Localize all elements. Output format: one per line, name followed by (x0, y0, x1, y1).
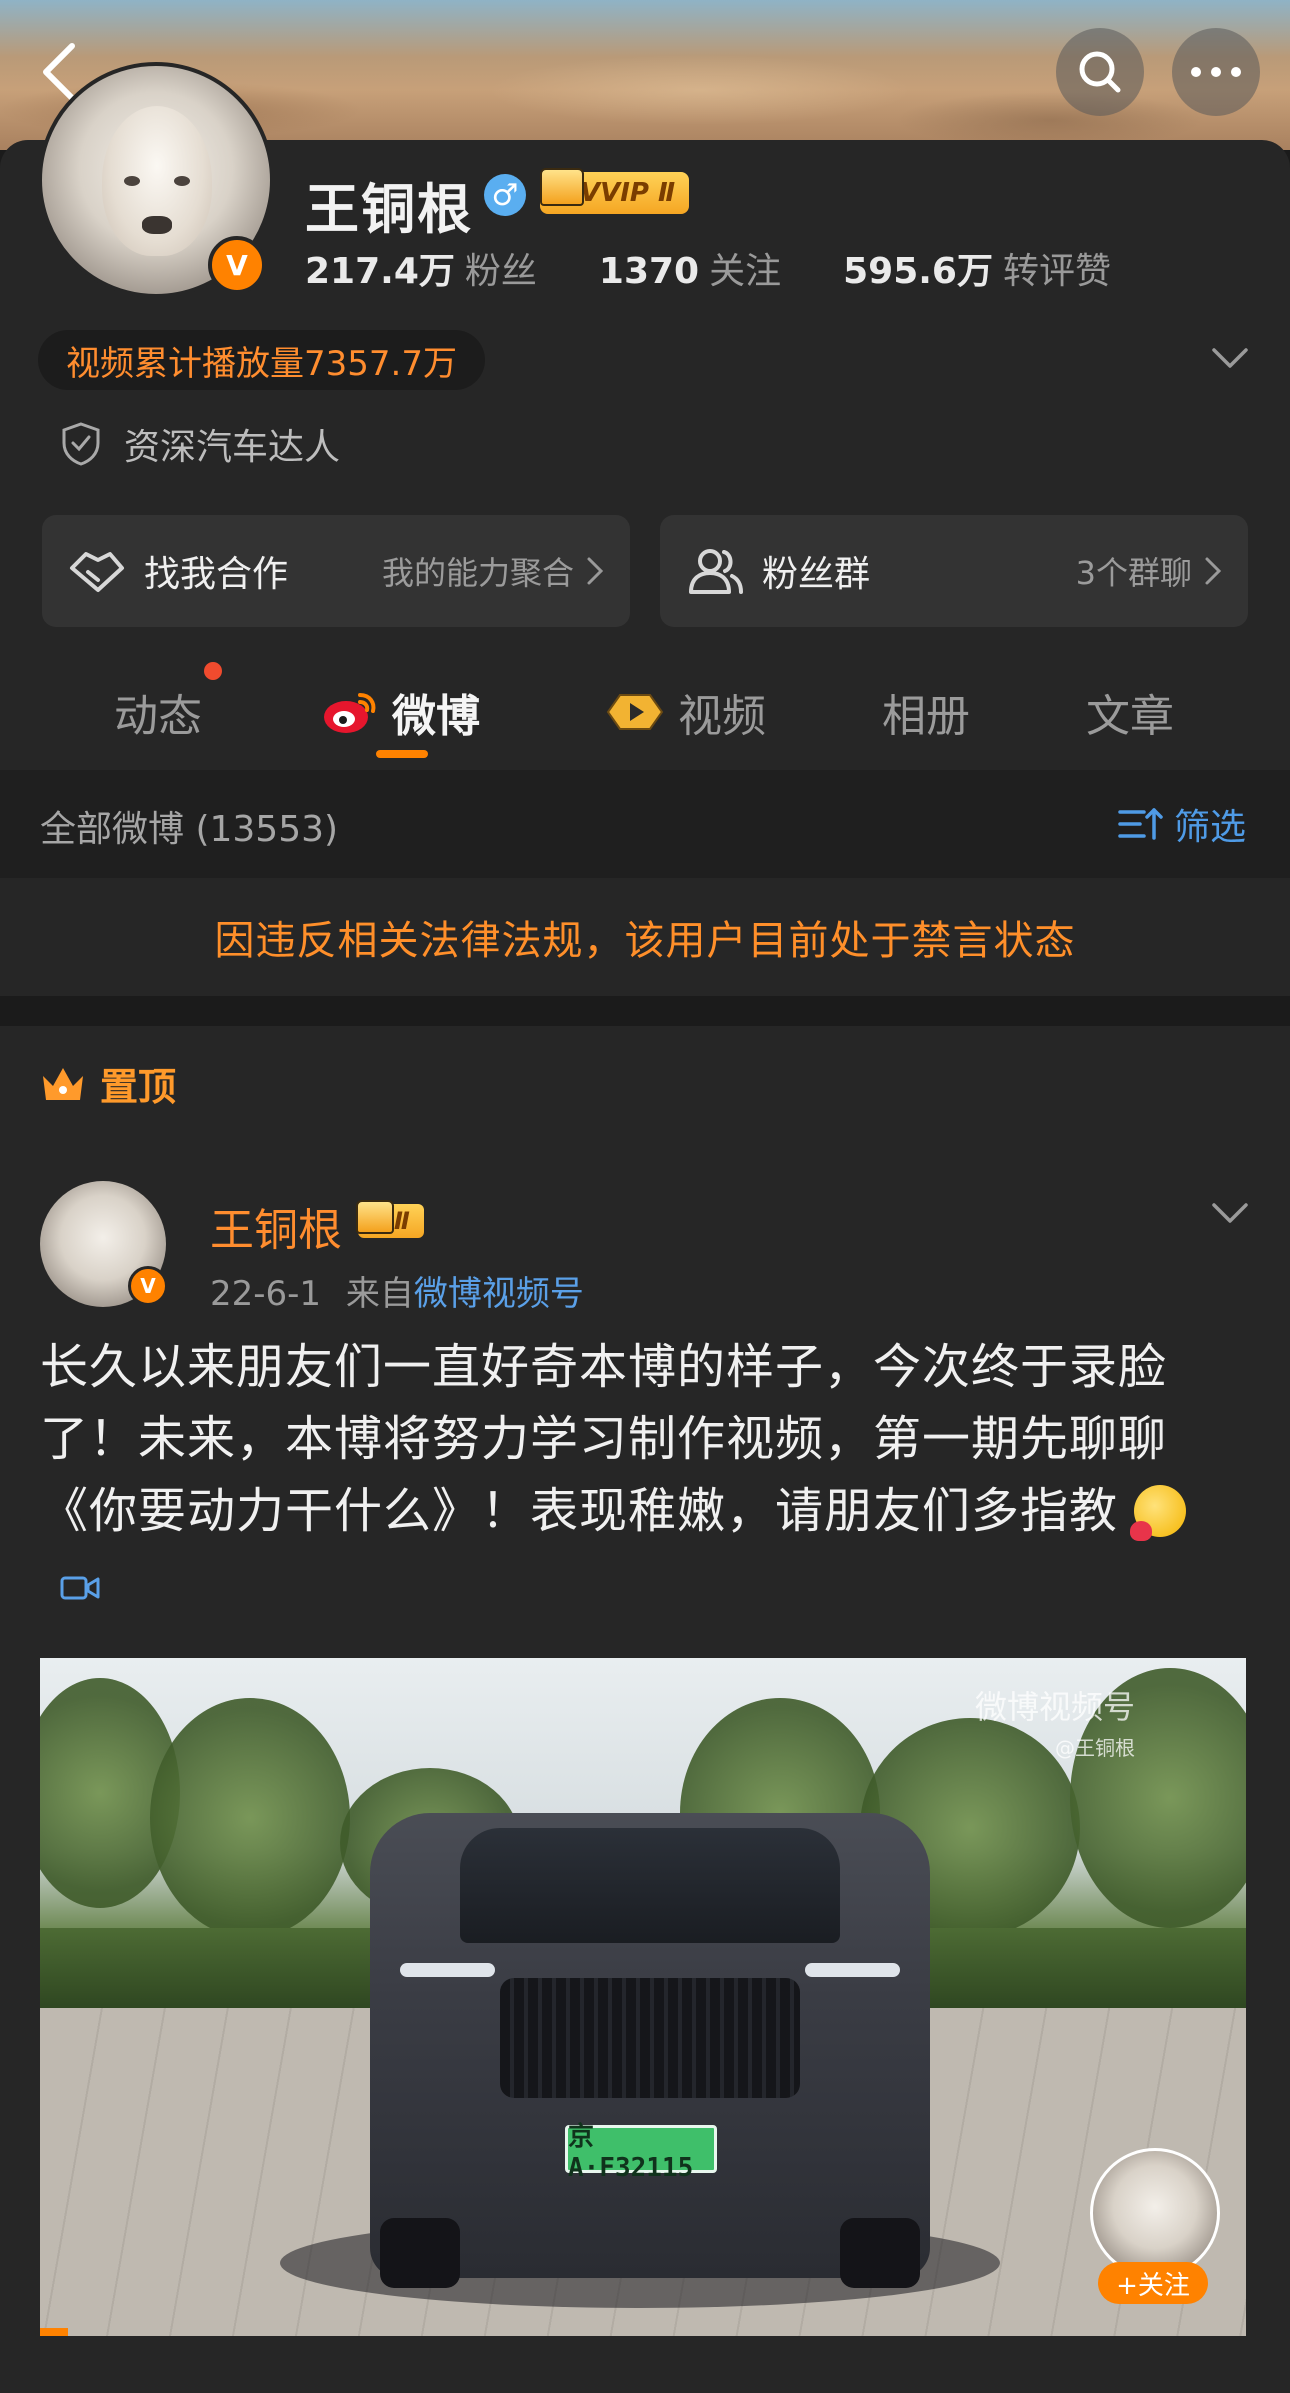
chevron-right-icon (1205, 557, 1222, 585)
post-date: 22-6-1 (210, 1274, 322, 1314)
weibo-count: 全部微博 (13553) (40, 809, 339, 850)
shield-icon (62, 422, 100, 466)
fans-group-label: 粉丝群 (762, 554, 871, 595)
likes-value: 595.6万 (843, 251, 993, 292)
profile-tabs: 动态 微博 视频 相册 文章 (0, 630, 1290, 770)
banned-notice: 因违反相关法律法规，该用户目前处于禁言状态 (0, 878, 1290, 996)
filter-icon (1118, 808, 1163, 840)
chevron-down-icon (1212, 348, 1248, 368)
post-vip-badge: Ⅱ (356, 1200, 424, 1238)
post-video[interactable]: 京A·F32115 微博视频号 @王铜根 +关注 (40, 1658, 1246, 2336)
chevron-right-icon (587, 557, 604, 585)
likes-stat[interactable]: 595.6万 转评赞 (843, 242, 1111, 294)
video-progress-bar[interactable] (40, 2328, 68, 2336)
verified-badge-icon: V (208, 236, 266, 294)
cooperate-label: 找我合作 (144, 554, 289, 595)
crown-icon (540, 168, 584, 206)
handshake-icon (70, 552, 124, 592)
post-source[interactable]: 微博视频号 (414, 1274, 584, 1314)
search-icon (1079, 51, 1121, 93)
video-author-avatar[interactable] (1090, 2148, 1220, 2278)
expand-profile-button[interactable] (1210, 346, 1250, 374)
post-author-name[interactable]: 王铜根 (210, 1194, 342, 1258)
post-menu-button[interactable] (1210, 1201, 1250, 1229)
tab-label: 动态 (114, 691, 202, 742)
tab-label: 微博 (392, 691, 480, 742)
tab-video[interactable]: 视频 (604, 680, 766, 744)
profile-tag[interactable]: 资深汽车达人 (60, 418, 340, 470)
followers-value: 217.4万 (305, 251, 455, 292)
search-button[interactable] (1056, 28, 1144, 116)
watermark-handle: @王铜根 (1055, 1736, 1136, 1760)
post-meta: 22-6-1 来自微博视频号 (210, 1266, 584, 1315)
tab-articles[interactable]: 文章 (1086, 680, 1174, 744)
more-button[interactable] (1172, 28, 1260, 116)
crown-icon (356, 1200, 394, 1234)
feed: 置顶 V 王铜根 Ⅱ 22-6-1 来自微博视频号 长久以来朋友们一直好奇本博的… (0, 1026, 1290, 2393)
fans-group-sub: 3个群聊 (1075, 554, 1192, 592)
cooperate-sub: 我的能力聚合 (381, 554, 574, 592)
video-plays-badge[interactable]: 视频累计播放量7357.7万 (38, 330, 485, 390)
tab-label: 相册 (882, 691, 970, 742)
following-label: 关注 (709, 251, 782, 292)
license-plate: 京A·F32115 (565, 2122, 717, 2183)
likes-label: 转评赞 (1002, 251, 1111, 292)
more-dots-icon (1191, 67, 1241, 77)
video-watermark: 微博视频号 @王铜根 (975, 1682, 1135, 1761)
followers-stat[interactable]: 217.4万 粉丝 (305, 242, 537, 294)
watermark-text: 微博视频号 (975, 1688, 1136, 1726)
tab-label: 文章 (1086, 691, 1174, 742)
notification-dot (204, 662, 222, 680)
profile-name: 王铜根 (305, 178, 473, 241)
filter-bar: 全部微博 (13553) 筛选 (0, 770, 1290, 878)
fans-group-button[interactable]: 粉丝群 3个群聊 (660, 515, 1248, 627)
following-stat[interactable]: 1370 关注 (599, 242, 781, 294)
tab-album[interactable]: 相册 (882, 680, 970, 744)
pinned-label: 置顶 (40, 1056, 176, 1111)
tag-label: 资深汽车达人 (124, 427, 341, 468)
tab-weibo[interactable]: 微博 (322, 680, 480, 744)
cooperate-button[interactable]: 找我合作 我的能力聚合 (42, 515, 630, 627)
followers-label: 粉丝 (464, 251, 537, 292)
crown-icon (43, 1067, 83, 1100)
video-link-icon[interactable] (60, 1573, 100, 1603)
shy-heart-emoji-icon (1130, 1485, 1187, 1541)
active-tab-indicator (376, 750, 428, 758)
post-from-prefix: 来自 (345, 1274, 414, 1314)
group-users-icon (689, 549, 743, 594)
verified-badge-icon: V (128, 1266, 168, 1306)
weibo-logo-icon (324, 693, 376, 733)
post-body: 长久以来朋友们一直好奇本博的样子，今次终于录脸了！未来，本博将努力学习制作视频，… (40, 1339, 1168, 1539)
chevron-down-icon (1212, 1203, 1248, 1223)
tab-label: 视频 (678, 691, 766, 742)
following-value: 1370 (598, 251, 700, 292)
pinned-text: 置顶 (100, 1065, 177, 1109)
profile-stats: 217.4万 粉丝 1370 关注 595.6万 转评赞 (305, 242, 1173, 294)
follow-button[interactable]: +关注 (1098, 2262, 1208, 2304)
tab-dynamic[interactable]: 动态 (114, 680, 202, 744)
filter-label: 筛选 (1174, 807, 1247, 848)
male-gender-icon: ♂ (484, 174, 526, 216)
vvip-badge[interactable]: VVIP Ⅱ (540, 168, 690, 214)
post-text[interactable]: 长久以来朋友们一直好奇本博的样子，今次终于录脸了！未来，本博将努力学习制作视频，… (40, 1331, 1255, 1619)
filter-button[interactable]: 筛选 (1118, 798, 1246, 850)
video-channel-icon (606, 694, 664, 730)
